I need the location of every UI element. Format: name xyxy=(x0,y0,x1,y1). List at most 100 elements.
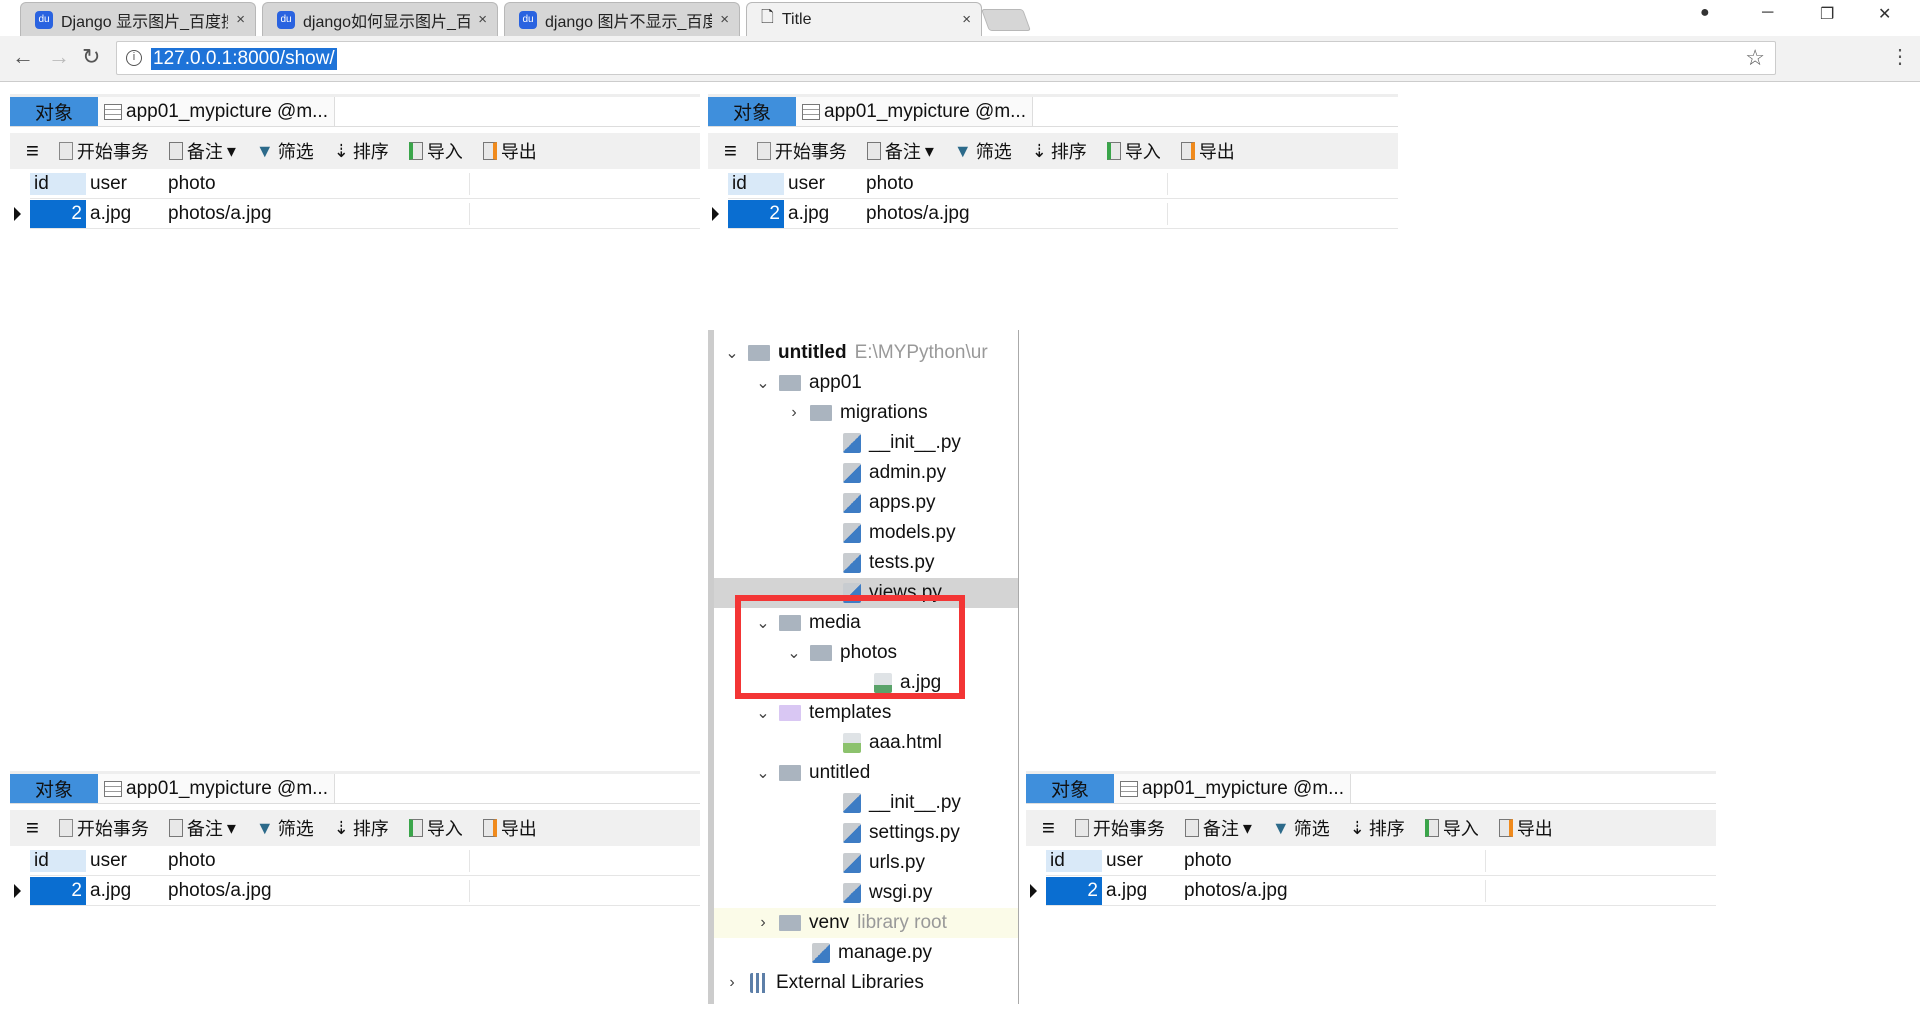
cell-user[interactable]: a.jpg xyxy=(1102,880,1180,902)
info-icon[interactable]: i xyxy=(126,50,142,66)
hamburger-icon[interactable]: ≡ xyxy=(26,815,39,841)
tree-item[interactable]: wsgi.py xyxy=(714,878,1018,908)
memo-button[interactable]: 备注 ▾ xyxy=(1184,815,1252,841)
cell-user[interactable]: a.jpg xyxy=(784,203,862,225)
column-header-user[interactable]: user xyxy=(784,173,862,195)
cell-photo[interactable]: photos/a.jpg xyxy=(1180,879,1486,902)
tree-item[interactable]: apps.py xyxy=(714,488,1018,518)
tree-item[interactable]: › migrations xyxy=(714,398,1018,428)
tree-item[interactable]: __init__.py xyxy=(714,788,1018,818)
begin-transaction-button[interactable]: 开始事务 xyxy=(58,138,149,164)
tab-objects[interactable]: 对象 xyxy=(10,774,98,803)
tab-objects[interactable]: 对象 xyxy=(10,97,98,126)
export-button[interactable]: 导出 xyxy=(1498,815,1553,841)
table-row[interactable]: 2 a.jpg photos/a.jpg xyxy=(1030,876,1716,906)
minimize-button[interactable]: ─ xyxy=(1762,4,1773,22)
column-header-user[interactable]: user xyxy=(1102,850,1180,872)
column-header-photo[interactable]: photo xyxy=(862,172,1168,195)
begin-transaction-button[interactable]: 开始事务 xyxy=(58,815,149,841)
sort-button[interactable]: ⇣ 排序 xyxy=(1350,815,1405,841)
import-button[interactable]: 导入 xyxy=(1106,138,1161,164)
chevron-right-icon[interactable]: › xyxy=(753,914,773,932)
cell-id[interactable]: 2 xyxy=(30,876,86,905)
tab-table[interactable]: app01_mypicture @m... xyxy=(98,774,335,803)
chevron-right-icon[interactable]: › xyxy=(722,974,742,992)
tab-table[interactable]: app01_mypicture @m... xyxy=(98,97,335,126)
url-text[interactable]: 127.0.0.1:8000/show/ xyxy=(151,48,337,70)
cell-user[interactable]: a.jpg xyxy=(86,880,164,902)
column-header-id[interactable]: id xyxy=(30,849,86,872)
url-input[interactable]: i 127.0.0.1:8000/show/ ☆ xyxy=(116,41,1776,75)
close-tab-icon[interactable]: × xyxy=(236,11,245,28)
sort-button[interactable]: ⇣ 排序 xyxy=(1032,138,1087,164)
chevron-down-icon[interactable]: ⌄ xyxy=(753,703,773,723)
browser-tab[interactable]: du django如何显示图片_百 × xyxy=(262,2,498,36)
back-icon[interactable]: ← xyxy=(12,44,34,70)
forward-icon[interactable]: → xyxy=(48,44,70,70)
filter-button[interactable]: ▼ 筛选 xyxy=(1272,815,1330,841)
close-window-button[interactable]: ✕ xyxy=(1878,4,1891,24)
chevron-right-icon[interactable]: › xyxy=(784,404,804,422)
tab-objects[interactable]: 对象 xyxy=(1026,774,1114,803)
filter-button[interactable]: ▼ 筛选 xyxy=(256,138,314,164)
table-row[interactable]: 2 a.jpg photos/a.jpg xyxy=(14,199,700,229)
chevron-down-icon[interactable]: ⌄ xyxy=(722,343,742,363)
import-button[interactable]: 导入 xyxy=(408,815,463,841)
cell-user[interactable]: a.jpg xyxy=(86,203,164,225)
tab-objects[interactable]: 对象 xyxy=(708,97,796,126)
import-button[interactable]: 导入 xyxy=(408,138,463,164)
tree-item[interactable]: aaa.html xyxy=(714,728,1018,758)
column-header-user[interactable]: user xyxy=(86,850,164,872)
column-header-photo[interactable]: photo xyxy=(164,172,470,195)
begin-transaction-button[interactable]: 开始事务 xyxy=(1074,815,1165,841)
tree-item[interactable]: tests.py xyxy=(714,548,1018,578)
sort-button[interactable]: ⇣ 排序 xyxy=(334,815,389,841)
tree-item[interactable]: ⌄ app01 xyxy=(714,368,1018,398)
close-tab-icon[interactable]: × xyxy=(720,11,729,28)
import-button[interactable]: 导入 xyxy=(1424,815,1479,841)
browser-tab[interactable]: du Django 显示图片_百度搜 × xyxy=(20,2,256,36)
cell-photo[interactable]: photos/a.jpg xyxy=(862,202,1168,225)
reload-icon[interactable]: ↻ xyxy=(82,44,100,70)
browser-tab-active[interactable]: 🗋 Title × xyxy=(746,2,982,36)
tree-item[interactable]: ⌄ untitled E:\MYPython\ur xyxy=(714,338,1018,368)
hamburger-icon[interactable]: ≡ xyxy=(1042,815,1055,841)
cell-id[interactable]: 2 xyxy=(728,199,784,228)
table-row[interactable]: 2 a.jpg photos/a.jpg xyxy=(712,199,1398,229)
tree-item[interactable]: admin.py xyxy=(714,458,1018,488)
tab-table[interactable]: app01_mypicture @m... xyxy=(1114,774,1351,803)
menu-icon[interactable]: ⋮ xyxy=(1890,44,1910,69)
tree-item[interactable]: ⌄ templates xyxy=(714,698,1018,728)
cell-photo[interactable]: photos/a.jpg xyxy=(164,879,470,902)
filter-button[interactable]: ▼ 筛选 xyxy=(256,815,314,841)
tree-item[interactable]: › venv library root xyxy=(714,908,1018,938)
restore-button[interactable]: ❐ xyxy=(1820,4,1834,24)
memo-button[interactable]: 备注 ▾ xyxy=(168,815,236,841)
tree-item[interactable]: urls.py xyxy=(714,848,1018,878)
sort-button[interactable]: ⇣ 排序 xyxy=(334,138,389,164)
browser-tab[interactable]: du django 图片不显示_百度 × xyxy=(504,2,740,36)
column-header-id[interactable]: id xyxy=(30,172,86,195)
tree-item[interactable]: ⌄ untitled xyxy=(714,758,1018,788)
profile-icon[interactable]: ● xyxy=(1700,4,1710,22)
bookmark-star-icon[interactable]: ☆ xyxy=(1745,45,1765,71)
tree-item[interactable]: settings.py xyxy=(714,818,1018,848)
close-tab-icon[interactable]: × xyxy=(478,11,487,28)
tree-item[interactable]: models.py xyxy=(714,518,1018,548)
column-header-id[interactable]: id xyxy=(1046,849,1102,872)
column-header-id[interactable]: id xyxy=(728,172,784,195)
memo-button[interactable]: 备注 ▾ xyxy=(866,138,934,164)
cell-id[interactable]: 2 xyxy=(30,199,86,228)
cell-photo[interactable]: photos/a.jpg xyxy=(164,202,470,225)
tab-table[interactable]: app01_mypicture @m... xyxy=(796,97,1033,126)
filter-button[interactable]: ▼ 筛选 xyxy=(954,138,1012,164)
chevron-down-icon[interactable]: ⌄ xyxy=(753,763,773,783)
tree-item[interactable]: manage.py xyxy=(714,938,1018,968)
column-header-user[interactable]: user xyxy=(86,173,164,195)
close-tab-icon[interactable]: × xyxy=(962,11,971,28)
hamburger-icon[interactable]: ≡ xyxy=(26,138,39,164)
new-tab-button[interactable] xyxy=(980,9,1032,31)
chevron-down-icon[interactable]: ⌄ xyxy=(753,373,773,393)
memo-button[interactable]: 备注 ▾ xyxy=(168,138,236,164)
export-button[interactable]: 导出 xyxy=(1180,138,1235,164)
